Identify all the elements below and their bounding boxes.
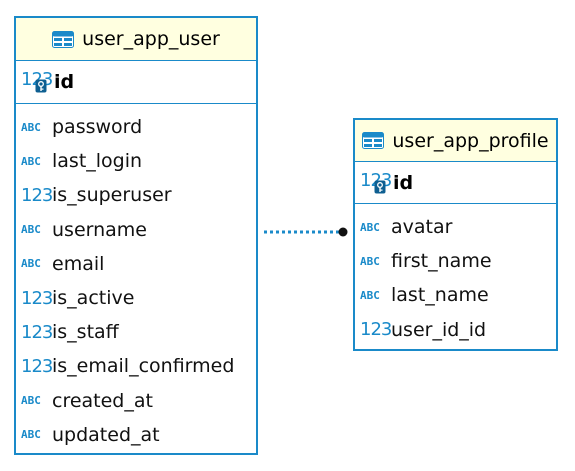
er-diagram-canvas: user_app_user 123 id ABC password ABC la… [0, 0, 575, 471]
relationship-endpoint-dot [338, 227, 348, 237]
relationship-connector[interactable] [0, 0, 575, 471]
